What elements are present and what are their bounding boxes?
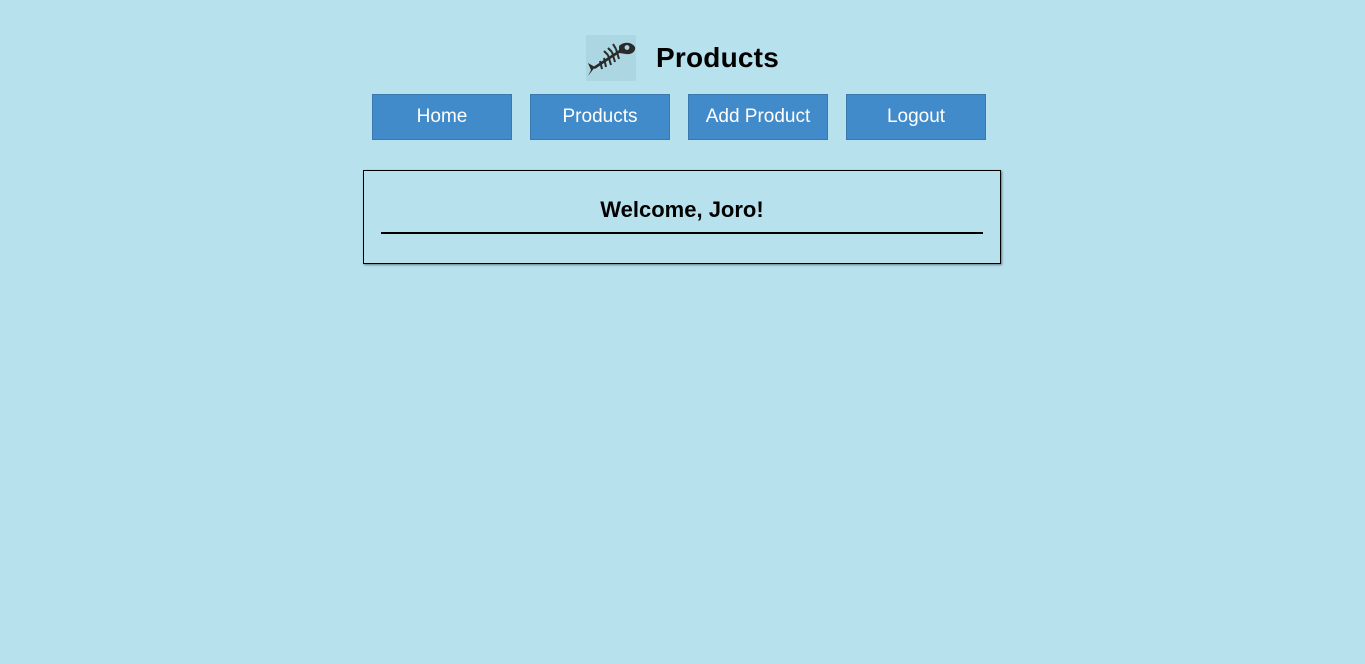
nav-products-button[interactable]: Products xyxy=(530,94,670,140)
main-nav: Home Products Add Product Logout xyxy=(372,94,986,140)
nav-logout-button[interactable]: Logout xyxy=(846,94,986,140)
welcome-message: Welcome, Joro! xyxy=(600,197,764,222)
welcome-divider xyxy=(381,232,983,234)
welcome-panel: Welcome, Joro! xyxy=(363,170,1001,264)
page-title: Products xyxy=(656,42,779,73)
page-header: Products xyxy=(0,34,1365,82)
nav-add-product-button[interactable]: Add Product xyxy=(688,94,828,140)
fish-skeleton-icon xyxy=(588,42,636,76)
logo[interactable] xyxy=(586,35,637,81)
nav-home-button[interactable]: Home xyxy=(372,94,512,140)
